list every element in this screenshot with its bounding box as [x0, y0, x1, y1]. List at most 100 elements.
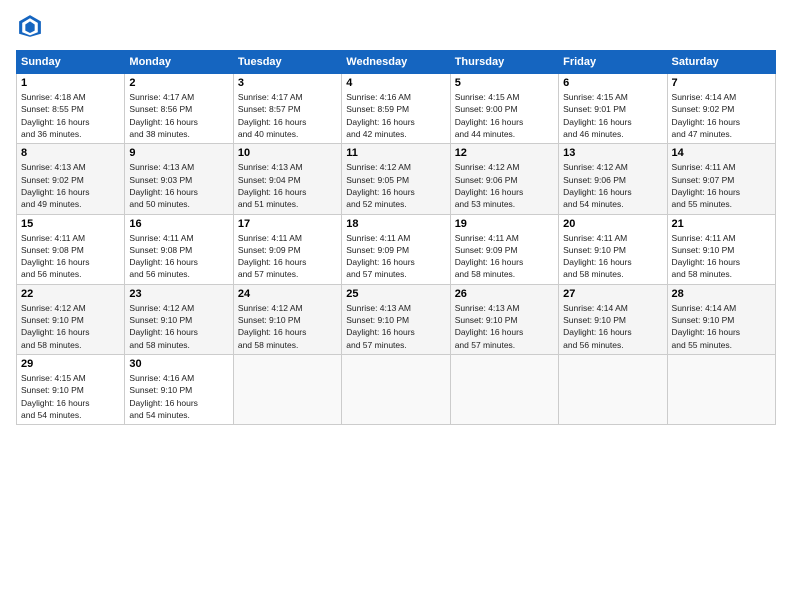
day-number: 23 — [129, 288, 228, 300]
day-detail: Sunrise: 4:11 AM Sunset: 9:09 PM Dayligh… — [346, 232, 445, 281]
day-detail: Sunrise: 4:13 AM Sunset: 9:10 PM Dayligh… — [455, 302, 554, 351]
day-number: 8 — [21, 147, 120, 159]
day-detail: Sunrise: 4:12 AM Sunset: 9:05 PM Dayligh… — [346, 161, 445, 210]
calendar-cell: 20 Sunrise: 4:11 AM Sunset: 9:10 PM Dayl… — [559, 214, 667, 284]
day-number: 18 — [346, 218, 445, 230]
col-header-thursday: Thursday — [450, 51, 558, 74]
day-number: 6 — [563, 77, 662, 89]
day-number: 19 — [455, 218, 554, 230]
calendar-cell — [559, 355, 667, 425]
calendar-cell: 2 Sunrise: 4:17 AM Sunset: 8:56 PM Dayli… — [125, 74, 233, 144]
page: SundayMondayTuesdayWednesdayThursdayFrid… — [0, 0, 792, 612]
day-detail: Sunrise: 4:12 AM Sunset: 9:06 PM Dayligh… — [455, 161, 554, 210]
day-detail: Sunrise: 4:11 AM Sunset: 9:09 PM Dayligh… — [238, 232, 337, 281]
day-number: 13 — [563, 147, 662, 159]
day-detail: Sunrise: 4:14 AM Sunset: 9:10 PM Dayligh… — [672, 302, 771, 351]
day-number: 22 — [21, 288, 120, 300]
day-detail: Sunrise: 4:11 AM Sunset: 9:08 PM Dayligh… — [129, 232, 228, 281]
calendar-cell: 21 Sunrise: 4:11 AM Sunset: 9:10 PM Dayl… — [667, 214, 775, 284]
day-number: 25 — [346, 288, 445, 300]
calendar-cell: 26 Sunrise: 4:13 AM Sunset: 9:10 PM Dayl… — [450, 284, 558, 354]
calendar-cell: 18 Sunrise: 4:11 AM Sunset: 9:09 PM Dayl… — [342, 214, 450, 284]
day-number: 17 — [238, 218, 337, 230]
logo — [16, 12, 48, 40]
day-number: 9 — [129, 147, 228, 159]
calendar-cell: 8 Sunrise: 4:13 AM Sunset: 9:02 PM Dayli… — [17, 144, 125, 214]
col-header-tuesday: Tuesday — [233, 51, 341, 74]
day-detail: Sunrise: 4:11 AM Sunset: 9:07 PM Dayligh… — [672, 161, 771, 210]
day-number: 28 — [672, 288, 771, 300]
day-detail: Sunrise: 4:15 AM Sunset: 9:10 PM Dayligh… — [21, 372, 120, 421]
day-detail: Sunrise: 4:13 AM Sunset: 9:02 PM Dayligh… — [21, 161, 120, 210]
day-detail: Sunrise: 4:13 AM Sunset: 9:10 PM Dayligh… — [346, 302, 445, 351]
calendar-cell: 12 Sunrise: 4:12 AM Sunset: 9:06 PM Dayl… — [450, 144, 558, 214]
col-header-saturday: Saturday — [667, 51, 775, 74]
day-number: 10 — [238, 147, 337, 159]
calendar-cell: 19 Sunrise: 4:11 AM Sunset: 9:09 PM Dayl… — [450, 214, 558, 284]
calendar-cell — [667, 355, 775, 425]
calendar-cell: 17 Sunrise: 4:11 AM Sunset: 9:09 PM Dayl… — [233, 214, 341, 284]
day-detail: Sunrise: 4:17 AM Sunset: 8:56 PM Dayligh… — [129, 91, 228, 140]
day-detail: Sunrise: 4:11 AM Sunset: 9:08 PM Dayligh… — [21, 232, 120, 281]
day-number: 2 — [129, 77, 228, 89]
day-detail: Sunrise: 4:13 AM Sunset: 9:04 PM Dayligh… — [238, 161, 337, 210]
calendar-cell: 29 Sunrise: 4:15 AM Sunset: 9:10 PM Dayl… — [17, 355, 125, 425]
day-detail: Sunrise: 4:13 AM Sunset: 9:03 PM Dayligh… — [129, 161, 228, 210]
day-number: 21 — [672, 218, 771, 230]
calendar-table: SundayMondayTuesdayWednesdayThursdayFrid… — [16, 50, 776, 425]
day-number: 1 — [21, 77, 120, 89]
day-detail: Sunrise: 4:15 AM Sunset: 9:00 PM Dayligh… — [455, 91, 554, 140]
day-detail: Sunrise: 4:16 AM Sunset: 9:10 PM Dayligh… — [129, 372, 228, 421]
logo-icon — [16, 12, 44, 40]
day-number: 26 — [455, 288, 554, 300]
calendar-week-row: 22 Sunrise: 4:12 AM Sunset: 9:10 PM Dayl… — [17, 284, 776, 354]
calendar-cell — [233, 355, 341, 425]
calendar-cell: 7 Sunrise: 4:14 AM Sunset: 9:02 PM Dayli… — [667, 74, 775, 144]
day-detail: Sunrise: 4:17 AM Sunset: 8:57 PM Dayligh… — [238, 91, 337, 140]
day-detail: Sunrise: 4:12 AM Sunset: 9:10 PM Dayligh… — [238, 302, 337, 351]
day-detail: Sunrise: 4:11 AM Sunset: 9:10 PM Dayligh… — [672, 232, 771, 281]
day-number: 29 — [21, 358, 120, 370]
day-detail: Sunrise: 4:11 AM Sunset: 9:09 PM Dayligh… — [455, 232, 554, 281]
day-number: 24 — [238, 288, 337, 300]
calendar-cell: 3 Sunrise: 4:17 AM Sunset: 8:57 PM Dayli… — [233, 74, 341, 144]
col-header-sunday: Sunday — [17, 51, 125, 74]
day-number: 14 — [672, 147, 771, 159]
col-header-wednesday: Wednesday — [342, 51, 450, 74]
calendar-cell: 11 Sunrise: 4:12 AM Sunset: 9:05 PM Dayl… — [342, 144, 450, 214]
calendar-cell: 16 Sunrise: 4:11 AM Sunset: 9:08 PM Dayl… — [125, 214, 233, 284]
calendar-cell: 27 Sunrise: 4:14 AM Sunset: 9:10 PM Dayl… — [559, 284, 667, 354]
calendar-cell: 28 Sunrise: 4:14 AM Sunset: 9:10 PM Dayl… — [667, 284, 775, 354]
day-number: 20 — [563, 218, 662, 230]
calendar-header-row: SundayMondayTuesdayWednesdayThursdayFrid… — [17, 51, 776, 74]
calendar-cell: 4 Sunrise: 4:16 AM Sunset: 8:59 PM Dayli… — [342, 74, 450, 144]
day-detail: Sunrise: 4:12 AM Sunset: 9:06 PM Dayligh… — [563, 161, 662, 210]
day-detail: Sunrise: 4:16 AM Sunset: 8:59 PM Dayligh… — [346, 91, 445, 140]
day-detail: Sunrise: 4:12 AM Sunset: 9:10 PM Dayligh… — [129, 302, 228, 351]
day-detail: Sunrise: 4:12 AM Sunset: 9:10 PM Dayligh… — [21, 302, 120, 351]
day-number: 5 — [455, 77, 554, 89]
day-number: 16 — [129, 218, 228, 230]
day-number: 15 — [21, 218, 120, 230]
day-number: 30 — [129, 358, 228, 370]
calendar-cell: 15 Sunrise: 4:11 AM Sunset: 9:08 PM Dayl… — [17, 214, 125, 284]
day-number: 11 — [346, 147, 445, 159]
calendar-week-row: 8 Sunrise: 4:13 AM Sunset: 9:02 PM Dayli… — [17, 144, 776, 214]
day-number: 4 — [346, 77, 445, 89]
day-detail: Sunrise: 4:11 AM Sunset: 9:10 PM Dayligh… — [563, 232, 662, 281]
calendar-cell: 13 Sunrise: 4:12 AM Sunset: 9:06 PM Dayl… — [559, 144, 667, 214]
header — [16, 12, 776, 40]
day-detail: Sunrise: 4:18 AM Sunset: 8:55 PM Dayligh… — [21, 91, 120, 140]
calendar-week-row: 1 Sunrise: 4:18 AM Sunset: 8:55 PM Dayli… — [17, 74, 776, 144]
calendar-cell: 30 Sunrise: 4:16 AM Sunset: 9:10 PM Dayl… — [125, 355, 233, 425]
calendar-cell: 24 Sunrise: 4:12 AM Sunset: 9:10 PM Dayl… — [233, 284, 341, 354]
calendar-cell: 1 Sunrise: 4:18 AM Sunset: 8:55 PM Dayli… — [17, 74, 125, 144]
day-detail: Sunrise: 4:14 AM Sunset: 9:10 PM Dayligh… — [563, 302, 662, 351]
day-number: 12 — [455, 147, 554, 159]
calendar-week-row: 15 Sunrise: 4:11 AM Sunset: 9:08 PM Dayl… — [17, 214, 776, 284]
calendar-cell: 23 Sunrise: 4:12 AM Sunset: 9:10 PM Dayl… — [125, 284, 233, 354]
day-detail: Sunrise: 4:15 AM Sunset: 9:01 PM Dayligh… — [563, 91, 662, 140]
day-number: 7 — [672, 77, 771, 89]
day-number: 27 — [563, 288, 662, 300]
day-detail: Sunrise: 4:14 AM Sunset: 9:02 PM Dayligh… — [672, 91, 771, 140]
